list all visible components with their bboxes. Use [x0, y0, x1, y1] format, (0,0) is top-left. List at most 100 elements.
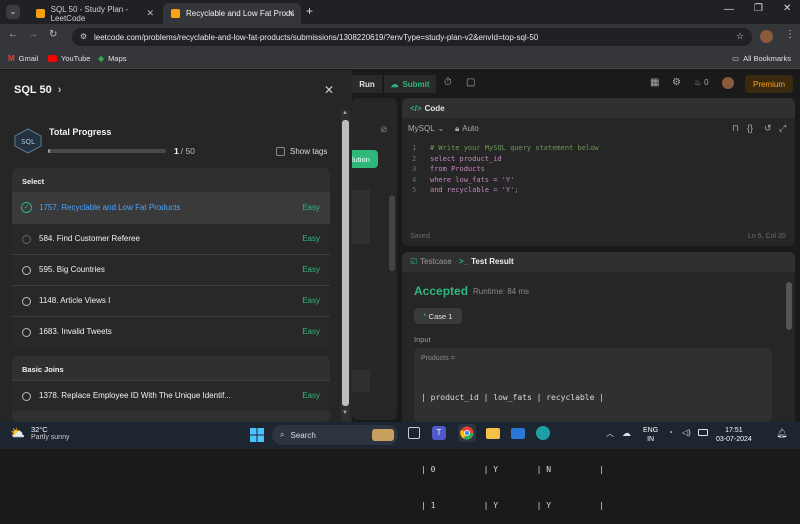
weather-widget[interactable]: ⛅ 32°C Partly sunny	[10, 425, 69, 441]
line-number: 3	[412, 165, 417, 173]
language-value: MySQL	[408, 124, 435, 133]
format-icon[interactable]: {}	[747, 123, 753, 133]
bookmark-label: Maps	[108, 54, 127, 63]
forward-icon[interactable]: →	[28, 29, 38, 40]
tab-recyclable[interactable]: Recyclable and Low Fat Produc ✕	[163, 3, 301, 24]
volume-icon[interactable]: ◁)	[682, 428, 691, 437]
close-tab-icon[interactable]: ✕	[287, 8, 295, 19]
layout-icon[interactable]: ▦	[650, 77, 659, 88]
tab-testcase[interactable]: ☑ Testcase	[410, 257, 452, 266]
problem-row[interactable]: 1148. Article Views I Easy	[12, 285, 330, 316]
clock[interactable]: 17:51 03-07-2024	[716, 426, 752, 444]
link-icon[interactable]: ⊘	[380, 124, 388, 135]
problem-row[interactable]: 1378. Replace Employee ID With The Uniqu…	[12, 380, 330, 411]
menu-dots-icon[interactable]: ⋮	[785, 29, 795, 40]
keyboard-lang[interactable]: ENG IN	[643, 426, 658, 444]
settings-icon[interactable]: ⚙	[672, 77, 681, 88]
code-editor[interactable]: 1 # Write your MySQL query statement belo…	[412, 143, 782, 196]
unsolved-circle-icon	[22, 266, 31, 275]
sun-cloud-icon: ⛅	[10, 426, 25, 440]
tray-chevron-icon[interactable]: ︿	[606, 428, 614, 439]
line-number: 4	[412, 175, 417, 184]
tab-sql50[interactable]: SQL 50 - Study Plan - LeetCode ✕	[28, 3, 160, 24]
premium-button[interactable]: Premium	[745, 75, 793, 93]
site-info-icon[interactable]: ⚙	[80, 32, 87, 41]
solution-button-peek[interactable]: lution	[352, 150, 378, 168]
fullscreen-icon[interactable]: ⤢	[779, 123, 786, 134]
close-tab-icon[interactable]: ✕	[146, 8, 154, 19]
code-header	[402, 98, 795, 118]
show-tags-toggle[interactable]: Show tags	[276, 147, 327, 156]
code-text: select product_id	[430, 154, 502, 163]
panel-title[interactable]: SQL 50 ›	[14, 84, 61, 96]
code-line: 5 and recyclable = 'Y';	[412, 185, 782, 196]
cloud-icon[interactable]: ☁	[622, 428, 631, 439]
edge-icon[interactable]	[536, 426, 550, 440]
bookmark-star-icon[interactable]: ☆	[736, 31, 744, 42]
battery-icon[interactable]	[698, 429, 708, 436]
result-scrollbar[interactable]	[786, 282, 792, 330]
taskbar-search[interactable]: ⌕ Search	[272, 425, 398, 445]
new-tab-icon[interactable]: +	[306, 4, 313, 18]
search-label: Search	[290, 430, 316, 440]
problem-row[interactable]: 1683. Invalid Tweets Easy	[12, 316, 330, 347]
streak-fire[interactable]: ♨ 0	[694, 78, 709, 87]
tab-test-result[interactable]: >_ Test Result	[459, 257, 514, 266]
task-view-icon[interactable]	[408, 427, 420, 439]
problem-row[interactable]: 584. Find Customer Referee Easy	[12, 223, 330, 254]
scroll-up-icon[interactable]: ▲	[342, 110, 348, 116]
bookmark-gmail[interactable]: M Gmail	[8, 54, 38, 63]
reset-icon[interactable]: ↺	[764, 123, 772, 134]
splitter[interactable]	[389, 195, 395, 271]
chevron-down-icon: ⌄	[437, 124, 445, 133]
tab-title: SQL 50 - Study Plan - LeetCode	[50, 4, 129, 23]
bookmark-maps[interactable]: ◆ Maps	[98, 54, 127, 63]
gmail-icon: M	[8, 54, 15, 63]
submit-button[interactable]: ☁ Submit	[384, 75, 436, 93]
teams-icon[interactable]: T	[432, 426, 446, 440]
all-bookmarks[interactable]: ▭ All Bookmarks	[732, 54, 791, 63]
panel-scrollbar-thumb[interactable]	[342, 120, 349, 406]
run-button[interactable]: Run	[352, 75, 382, 93]
restore-icon[interactable]: ❐	[754, 3, 763, 14]
close-window-icon[interactable]: ✕	[783, 3, 791, 14]
windows-start-icon[interactable]	[250, 428, 264, 442]
tab-search-button[interactable]: ⌄	[6, 5, 20, 19]
user-avatar[interactable]	[722, 77, 734, 89]
chrome-icon[interactable]	[458, 424, 476, 442]
solution-label: lution	[352, 154, 370, 164]
notification-icon[interactable]: 🔔︎	[776, 428, 787, 439]
bookmark-icon[interactable]: ⊓	[732, 123, 739, 134]
code-header-title: </> Code	[410, 104, 445, 113]
unsolved-circle-icon	[22, 235, 31, 244]
progress-bar	[48, 149, 166, 153]
case-1-button[interactable]: • Case 1	[414, 308, 462, 324]
file-explorer-icon[interactable]	[486, 428, 500, 439]
problem-row[interactable]: 595. Big Countries Easy	[12, 254, 330, 285]
terminal-icon: >_	[459, 257, 469, 266]
mail-icon[interactable]	[511, 428, 525, 439]
back-icon[interactable]: ←	[8, 29, 18, 40]
saved-status: Saved	[410, 233, 430, 240]
table-line: | product_id | low_fats | recyclable |	[421, 393, 605, 402]
difficulty-badge: Easy	[302, 327, 320, 336]
language-select[interactable]: MySQL ⌄	[408, 124, 444, 133]
profile-avatar[interactable]	[760, 30, 773, 43]
youtube-icon	[48, 55, 57, 62]
problem-row[interactable]: ✓ 1757. Recyclable and Low Fat Products …	[12, 192, 330, 223]
minimize-icon[interactable]: —	[724, 4, 734, 15]
auto-mode[interactable]: 🔒︎ Auto	[455, 124, 479, 134]
address-bar[interactable]: ⚙ leetcode.com/problems/recyclable-and-l…	[72, 28, 752, 46]
wifi-icon[interactable]: ◔	[668, 428, 673, 437]
checkbox[interactable]	[276, 147, 285, 156]
notes-icon[interactable]: ▢	[466, 77, 475, 88]
peek-block-2	[352, 370, 370, 392]
chevron-right-icon: ›	[57, 84, 62, 96]
reload-icon[interactable]: ↻	[49, 29, 57, 40]
code-line: 4 where low_fats = 'Y'	[412, 175, 782, 186]
scroll-down-icon[interactable]: ▼	[342, 410, 348, 416]
timer-icon[interactable]: ⏱	[444, 77, 452, 88]
runtime: Runtime: 84 ms	[473, 287, 530, 296]
bookmark-youtube[interactable]: YouTube	[48, 54, 90, 63]
close-icon[interactable]: ✕	[324, 83, 334, 97]
